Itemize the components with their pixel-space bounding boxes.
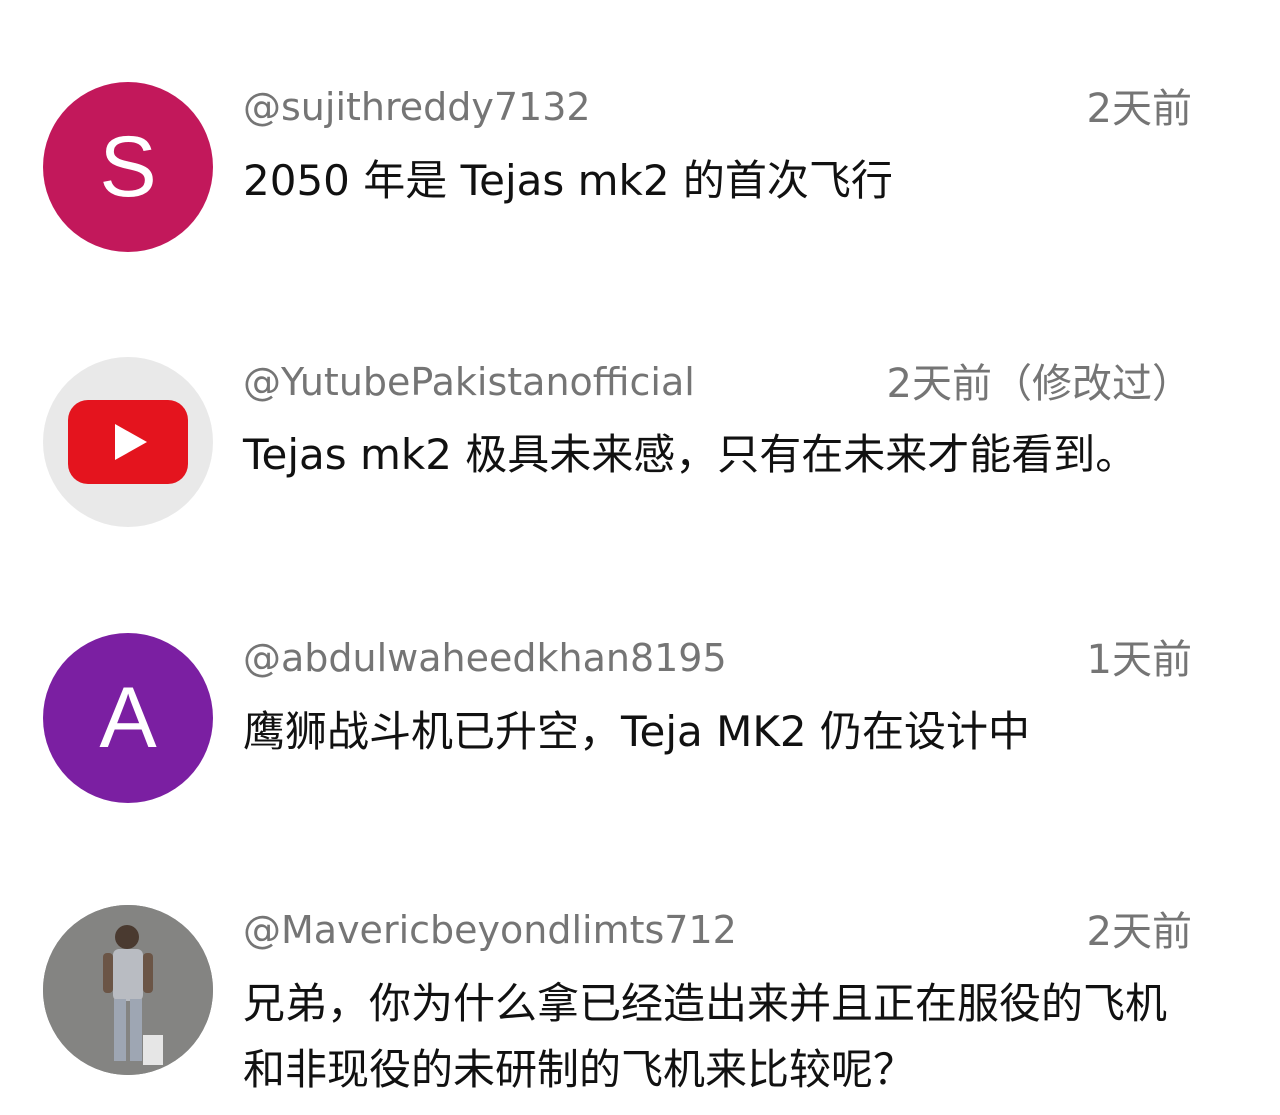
comment-author-handle[interactable]: @Mavericbeyondlimts712 — [243, 911, 737, 949]
comment-text: 鹰狮战斗机已升空，Teja MK2 仍在设计中 — [243, 707, 1030, 756]
person-photo-avatar — [43, 905, 213, 1075]
comment-author-handle[interactable]: @YutubePakistanofficial — [243, 363, 695, 401]
avatar-letter: A — [99, 670, 157, 766]
youtube-logo-icon — [68, 400, 188, 484]
comment-text: 兄弟，你为什么拿已经造出来并且正在服役的飞机和非现役的未研制的飞机来比较呢？ — [243, 979, 1168, 1094]
comment-author-handle[interactable]: @sujithreddy7132 — [243, 88, 591, 126]
comment-timestamp: 2天前 — [1086, 909, 1192, 955]
comment-text: 2050 年是 Tejas mk2 的首次飞行 — [243, 156, 893, 205]
avatar[interactable] — [43, 357, 213, 527]
comment-timestamp: 1天前 — [1086, 637, 1192, 683]
comment-author-handle[interactable]: @abdulwaheedkhan8195 — [243, 639, 727, 677]
comment-timestamp: 2天前 — [1086, 86, 1192, 132]
comment-timestamp: 2天前（修改过） — [886, 361, 1192, 407]
avatar-letter: S — [99, 119, 157, 215]
comment-text: Tejas mk2 极具未来感，只有在未来才能看到。 — [243, 430, 1138, 479]
avatar[interactable]: A — [43, 633, 213, 803]
avatar[interactable]: S — [43, 82, 213, 252]
avatar[interactable] — [43, 905, 213, 1075]
